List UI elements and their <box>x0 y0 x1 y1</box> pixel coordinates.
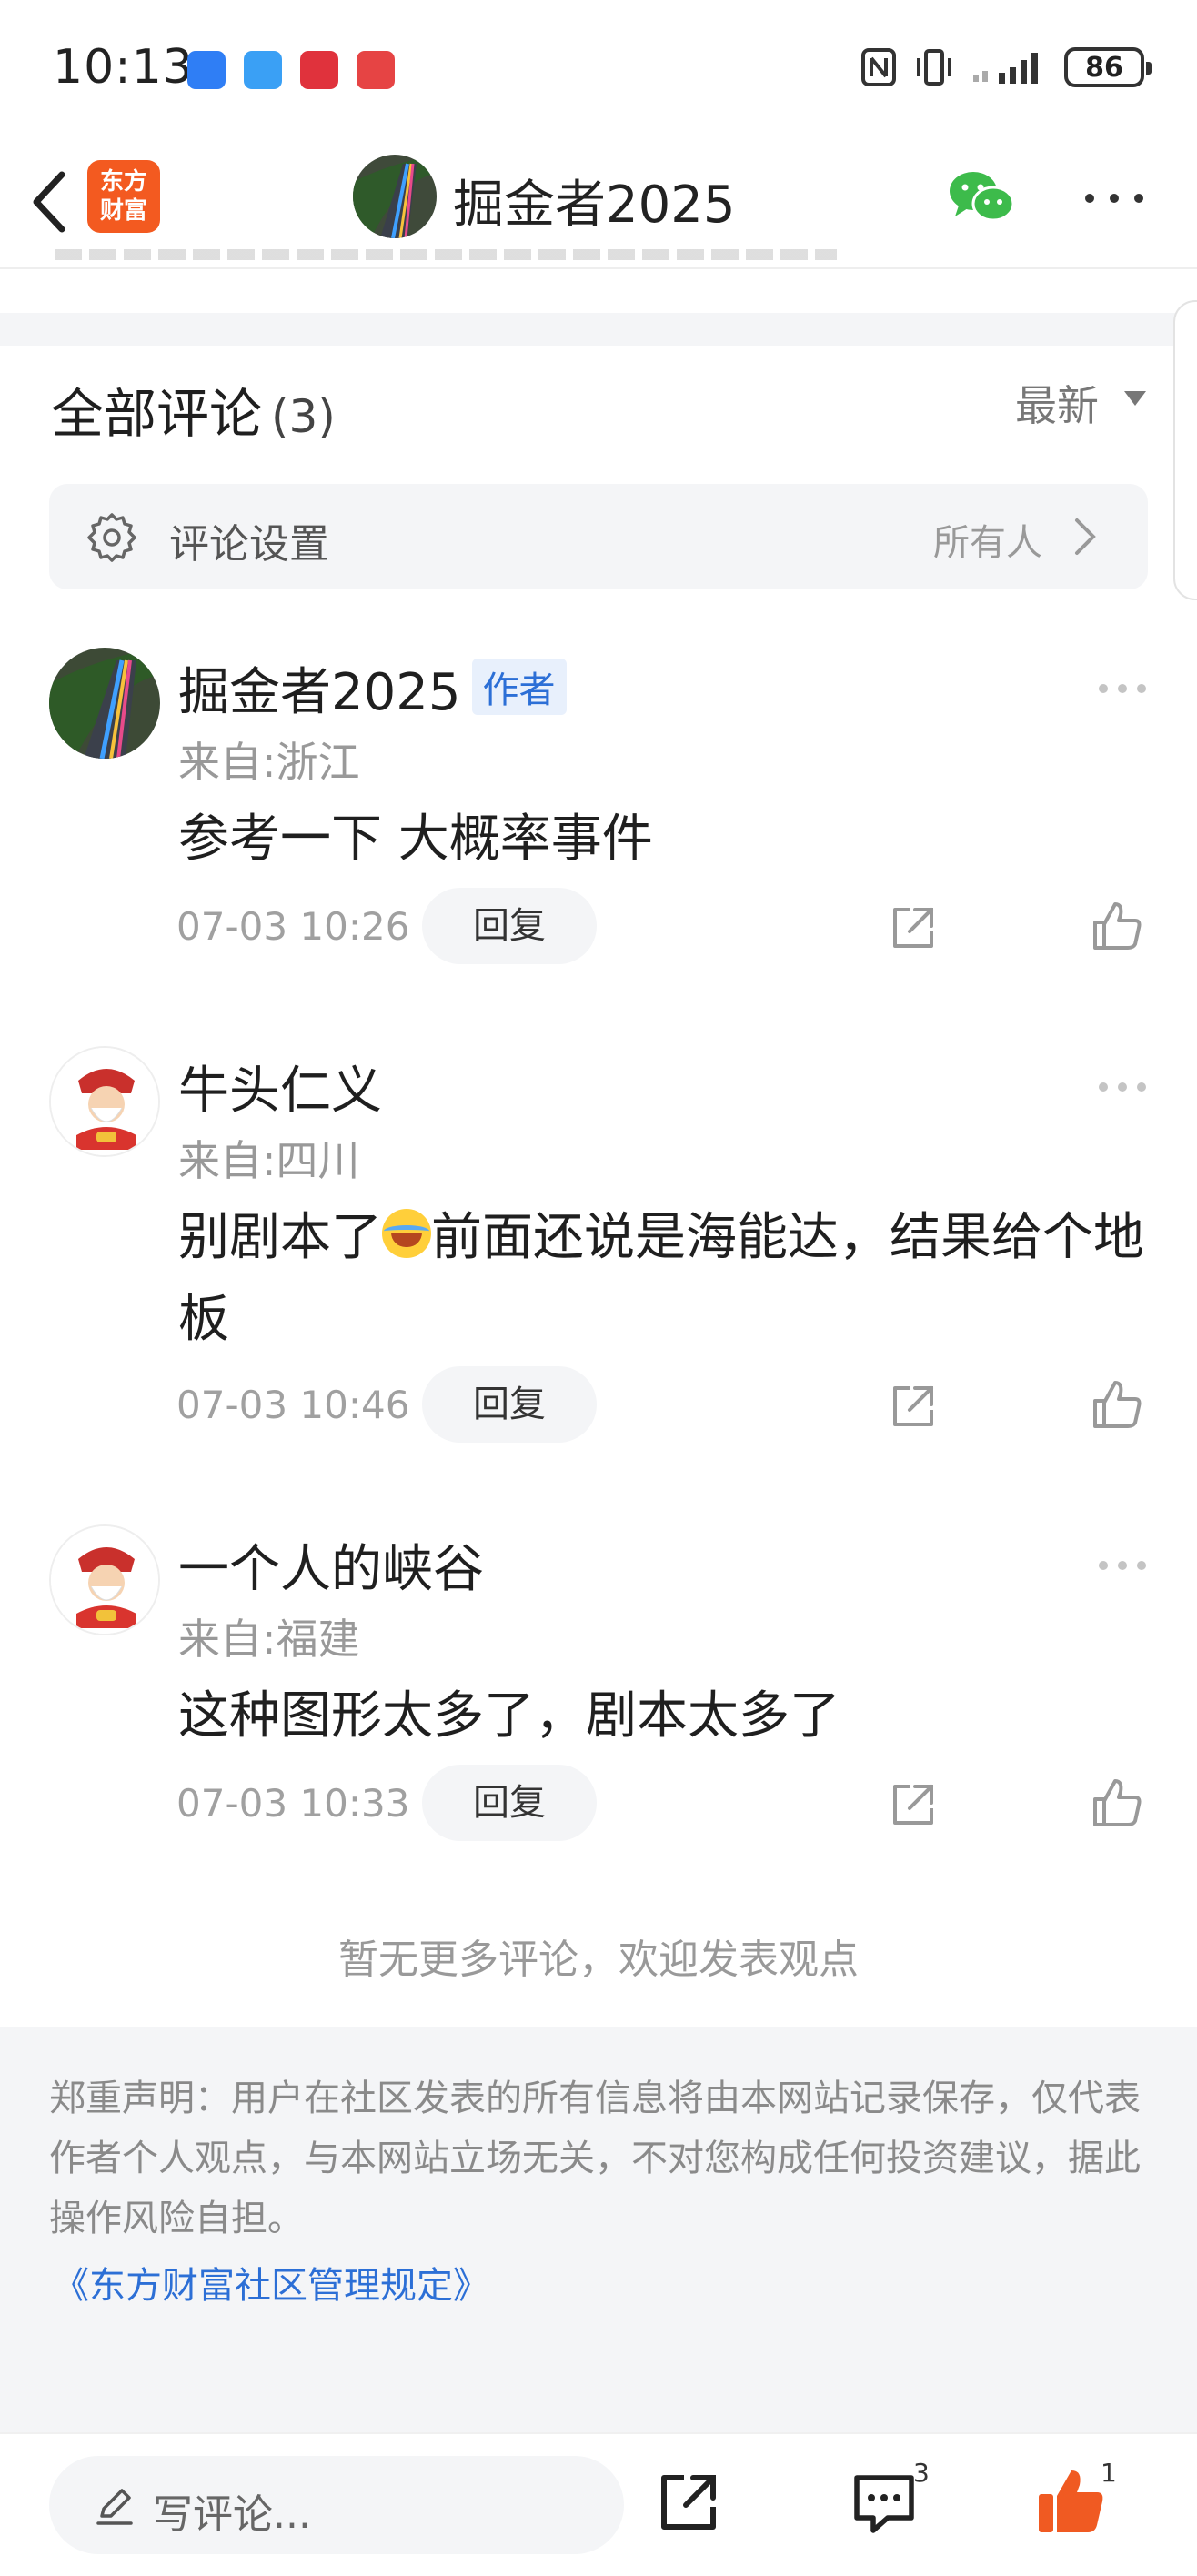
commenter-name[interactable]: 一个人的峡谷 <box>178 1528 484 1602</box>
status-time: 10:13 <box>53 40 194 95</box>
face-with-tears-of-joy-icon <box>382 1209 431 1258</box>
eastmoney-logo[interactable]: 东方 财富 <box>87 160 160 233</box>
settings-value: 所有人 <box>933 522 1042 564</box>
bottom-action-bar: 写评论... 3 1 <box>0 2432 1197 2576</box>
write-comment-input[interactable]: 写评论... <box>49 2456 624 2554</box>
commenter-name[interactable]: 掘金者2025 作者 <box>178 651 567 725</box>
more-options-icon[interactable] <box>1097 1559 1148 1572</box>
signal-icon <box>973 53 1038 84</box>
more-options-icon[interactable] <box>1082 189 1146 207</box>
thumbs-up-icon[interactable] <box>1090 1377 1144 1432</box>
logo-text-line1: 东方 <box>99 168 147 196</box>
commenter-name[interactable]: 牛头仁义 <box>178 1050 382 1123</box>
sort-caret-icon[interactable] <box>1124 391 1146 406</box>
comments-title-text: 全部评论 <box>51 383 263 445</box>
comment-settings-row[interactable]: 评论设置 所有人 <box>49 484 1148 589</box>
reply-button[interactable]: 回复 <box>422 1366 597 1443</box>
commenter-location: 来自:福建 <box>178 1615 360 1664</box>
no-more-comments-note: 暂无更多评论，欢迎发表观点 <box>338 1937 859 1983</box>
like-count: 1 <box>1101 2458 1117 2488</box>
comment-count: 3 <box>913 2458 930 2488</box>
comment-icon[interactable] <box>851 2472 917 2536</box>
chevron-right-icon <box>1075 518 1096 555</box>
comment-meta: 07-03 10:26 回复 <box>0 888 1197 966</box>
back-arrow-icon[interactable] <box>24 166 78 238</box>
settings-label: 评论设置 <box>169 521 329 568</box>
message-notification-icon <box>244 51 282 89</box>
comment-time: 07-03 10:33 <box>176 1781 410 1826</box>
comment-item: 掘金者2025 作者 来自:浙江 参考一下 大概率事件 07-03 10:26 回… <box>0 648 1197 975</box>
wechat-share-icon[interactable] <box>946 166 1019 229</box>
share-icon[interactable] <box>888 1779 939 1830</box>
nfc-icon <box>861 48 896 86</box>
sort-selector[interactable]: 最新 <box>1015 373 1099 433</box>
comments-title: 全部评论 (3) <box>51 371 336 448</box>
status-bar: 10:13 86 <box>0 0 1197 146</box>
battery-indicator: 86 <box>1064 47 1152 87</box>
comment-text: 参考一下 大概率事件 <box>178 810 653 869</box>
thumbs-up-icon[interactable] <box>1090 899 1144 953</box>
section-gap <box>0 313 1197 346</box>
logo-text-line2: 财富 <box>99 197 147 225</box>
author-badge: 作者 <box>471 659 567 715</box>
battery-level: 86 <box>1085 51 1123 84</box>
comment-meta: 07-03 10:46 回复 <box>0 1366 1197 1444</box>
share-icon[interactable] <box>657 2470 720 2534</box>
thumbs-up-filled-icon[interactable] <box>1037 2467 1106 2536</box>
news-notification-icon <box>357 51 395 89</box>
reply-button[interactable]: 回复 <box>422 1765 597 1841</box>
disclaimer-section: 郑重声明：用户在社区发表的所有信息将由本网站记录保存，仅代表作者个人观点，与本网… <box>0 2027 1197 2432</box>
header-divider <box>0 267 1197 269</box>
share-icon[interactable] <box>888 1381 939 1432</box>
reply-button[interactable]: 回复 <box>422 888 597 964</box>
comment-text-part1: 别剧本了 <box>178 1208 382 1267</box>
commenter-location: 来自:四川 <box>178 1136 360 1185</box>
side-drawer-handle[interactable] <box>1173 300 1197 600</box>
commenter-avatar[interactable] <box>49 1524 160 1635</box>
commenter-location: 来自:浙江 <box>178 738 360 787</box>
nav-header: 东方 财富 掘金者2025 <box>0 146 1197 264</box>
thumbs-up-icon[interactable] <box>1090 1776 1144 1830</box>
app-notification-icon <box>187 51 226 89</box>
disclaimer-text: 郑重声明：用户在社区发表的所有信息将由本网站记录保存，仅代表作者个人观点，与本网… <box>49 2078 1141 2239</box>
more-options-icon[interactable] <box>1097 682 1148 695</box>
commenter-avatar[interactable] <box>49 648 160 759</box>
pen-icon <box>96 2489 133 2525</box>
huawei-notification-icon <box>300 51 338 89</box>
page-title: 掘金者2025 <box>453 176 736 235</box>
status-indicators: 86 <box>860 47 1152 87</box>
comment-meta: 07-03 10:33 回复 <box>0 1765 1197 1843</box>
vibrate-icon <box>917 49 951 86</box>
comment-text: 这种图形太多了，剧本太多了 <box>178 1686 840 1746</box>
comment-time: 07-03 10:26 <box>176 904 410 949</box>
commenter-name-text: 掘金者2025 <box>178 663 461 722</box>
comment-text: 别剧本了 前面还说是海能达，结果给个地板 <box>178 1197 1161 1361</box>
header-avatar[interactable] <box>353 155 437 238</box>
community-rules-link[interactable]: 《东方财富社区管理规定》 <box>53 2256 489 2309</box>
comment-placeholder: 写评论... <box>153 2491 311 2538</box>
comment-item: 牛头仁义 来自:四川 别剧本了 前面还说是海能达，结果给个地板 07-03 10:… <box>0 1046 1197 1455</box>
gear-icon <box>87 513 136 562</box>
more-options-icon[interactable] <box>1097 1081 1148 1093</box>
share-icon[interactable] <box>888 902 939 953</box>
previous-content-peek <box>55 249 873 267</box>
comment-item: 一个人的峡谷 来自:福建 这种图形太多了，剧本太多了 07-03 10:33 回… <box>0 1524 1197 1852</box>
commenter-avatar[interactable] <box>49 1046 160 1157</box>
comments-count: (3) <box>271 390 336 443</box>
comment-time: 07-03 10:46 <box>176 1383 410 1427</box>
